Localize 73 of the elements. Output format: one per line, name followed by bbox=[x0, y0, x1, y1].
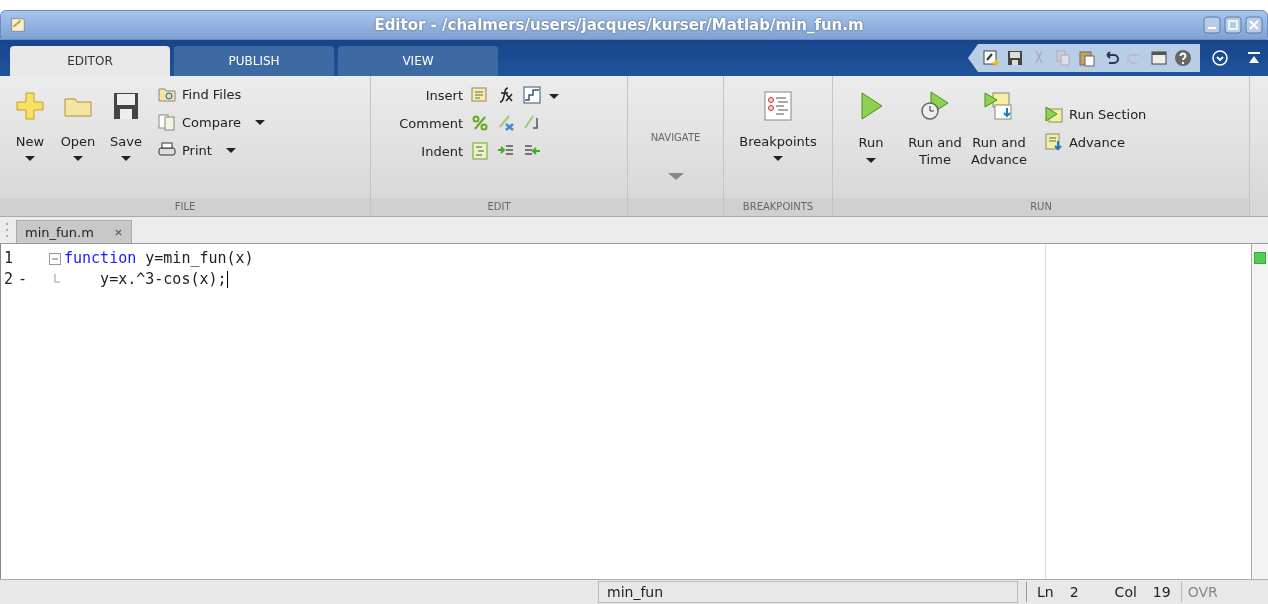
ribbon-button[interactable]: New bbox=[6, 84, 54, 161]
overwrite-indicator: OVR bbox=[1180, 582, 1218, 602]
ribbon-button[interactable]: Find Files bbox=[158, 84, 265, 104]
code-line: y=x.^3-cos(x); bbox=[99, 269, 228, 290]
caret-icon[interactable] bbox=[121, 156, 131, 161]
breakpoint-list-icon bbox=[762, 90, 794, 122]
smart-indent-icon[interactable] bbox=[471, 142, 489, 160]
caret-icon[interactable] bbox=[866, 158, 876, 163]
caret-icon[interactable] bbox=[73, 156, 83, 161]
ribbon-button[interactable]: Run Section bbox=[1045, 104, 1147, 124]
window-title: Editor - /chalmers/users/jacques/kurser/Matlab/min_fun.m bbox=[373, 16, 865, 34]
caret-icon[interactable] bbox=[225, 147, 236, 153]
line-number: 1 bbox=[3, 248, 15, 269]
row-label: Indent bbox=[420, 143, 463, 159]
close-icon[interactable] bbox=[113, 227, 123, 237]
ribbon-button[interactable]: Run bbox=[839, 84, 903, 163]
group-label: RUN bbox=[833, 198, 1249, 216]
save-icon[interactable] bbox=[1006, 49, 1024, 67]
caret-icon[interactable] bbox=[773, 156, 783, 161]
document-icon bbox=[9, 16, 27, 34]
ribbon-tab[interactable]: PUBLISH bbox=[174, 46, 334, 76]
wrap-comment-icon[interactable] bbox=[523, 114, 541, 132]
ribbon-button[interactable]: Compare bbox=[158, 112, 265, 132]
column-value: 19 bbox=[1152, 583, 1171, 602]
plus-icon bbox=[14, 90, 46, 122]
code-line: function y=min_fun(x) bbox=[64, 248, 254, 269]
percent-icon[interactable] bbox=[471, 114, 489, 132]
group-label: FILE bbox=[0, 198, 370, 216]
ribbon-button[interactable]: Open bbox=[54, 84, 102, 161]
grip-icon bbox=[4, 220, 10, 240]
caret-icon[interactable] bbox=[549, 94, 559, 99]
chevron-down-icon[interactable] bbox=[1212, 50, 1228, 66]
play-document-icon bbox=[983, 90, 1015, 122]
maximize-icon[interactable] bbox=[1224, 16, 1242, 34]
breakpoint-marker[interactable]: - bbox=[18, 270, 28, 288]
ribbon-button[interactable]: Print bbox=[158, 140, 265, 160]
group-label: BREAKPOINTS bbox=[724, 198, 832, 216]
fold-icon[interactable] bbox=[49, 252, 61, 265]
ribbon-button[interactable]: Run and Time bbox=[903, 84, 967, 168]
row-label: Insert bbox=[424, 87, 463, 103]
step-function-icon[interactable] bbox=[523, 86, 541, 104]
status-indicator bbox=[1254, 252, 1266, 264]
printer-icon bbox=[158, 141, 176, 159]
folder-search-icon bbox=[158, 85, 176, 103]
ribbon-button[interactable]: Advance bbox=[1045, 132, 1147, 152]
close-icon[interactable] bbox=[1245, 16, 1263, 34]
ribbon-button[interactable]: Run and Advance bbox=[967, 84, 1031, 168]
paste-icon[interactable] bbox=[1078, 49, 1096, 67]
row-label: Comment bbox=[398, 115, 463, 131]
windows-icon[interactable] bbox=[1150, 49, 1168, 67]
line-label: Ln bbox=[1037, 583, 1054, 602]
new-script-icon[interactable] bbox=[982, 49, 1000, 67]
group-label: EDIT bbox=[371, 198, 627, 216]
documents-icon bbox=[158, 113, 176, 131]
ribbon-button[interactable]: Breakpoints bbox=[730, 84, 826, 161]
play-clock-icon bbox=[919, 90, 951, 122]
ribbon-button[interactable]: Save bbox=[102, 84, 150, 161]
ribbon-tab[interactable]: EDITOR bbox=[10, 46, 170, 76]
line-value: 2 bbox=[1069, 583, 1079, 602]
ribbon-tab[interactable]: VIEW bbox=[338, 46, 498, 76]
caret-icon[interactable] bbox=[255, 119, 265, 125]
play-document-icon bbox=[1045, 105, 1063, 123]
help-icon[interactable] bbox=[1174, 49, 1192, 67]
function-icon[interactable] bbox=[497, 86, 515, 104]
column-label: Col bbox=[1114, 583, 1137, 602]
caret-icon[interactable] bbox=[25, 156, 35, 161]
collapse-icon[interactable] bbox=[1246, 50, 1262, 66]
minimize-icon[interactable] bbox=[1203, 16, 1221, 34]
function-name: min_fun bbox=[598, 581, 1018, 603]
navigate-button[interactable]: NAVIGATE bbox=[628, 76, 723, 198]
uncomment-icon[interactable] bbox=[497, 114, 515, 132]
file-tab[interactable]: min_fun.m bbox=[16, 220, 132, 243]
line-number: 2 bbox=[3, 269, 15, 290]
